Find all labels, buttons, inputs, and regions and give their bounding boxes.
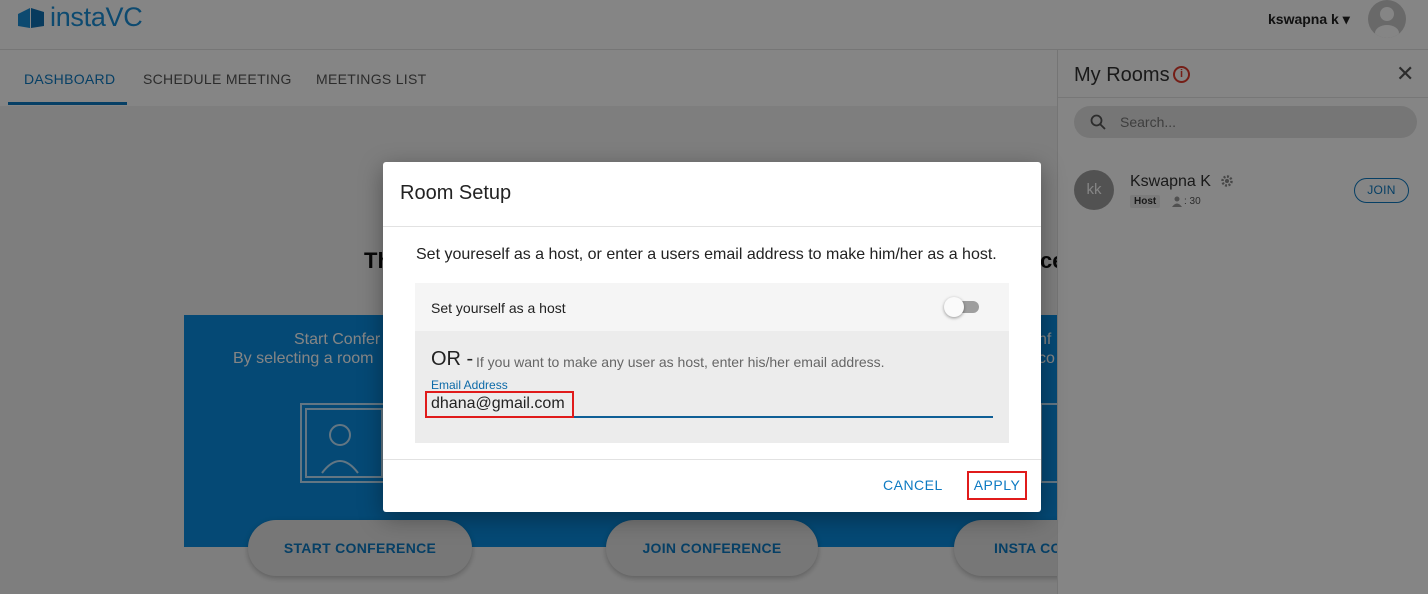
set-host-toggle[interactable] (944, 297, 979, 317)
dialog-title: Room Setup (400, 182, 512, 204)
toggle-knob (944, 297, 964, 317)
email-section: OR - If you want to make any user as hos… (415, 331, 1009, 443)
or-hint: If you want to make any user as host, en… (476, 354, 885, 370)
apply-button[interactable]: APPLY (967, 471, 1027, 500)
or-label: OR - (431, 348, 474, 370)
cancel-button[interactable]: CANCEL (883, 477, 943, 493)
dialog-instruction: Set youreself as a host, or enter a user… (416, 246, 997, 263)
set-host-row: Set yourself as a host (415, 283, 1009, 331)
set-host-label: Set yourself as a host (431, 300, 566, 316)
email-highlight-box (425, 391, 574, 418)
divider (383, 459, 1041, 460)
email-field-label: Email Address (431, 378, 508, 392)
divider (383, 226, 1041, 227)
room-setup-dialog: Room Setup Set youreself as a host, or e… (383, 162, 1041, 512)
